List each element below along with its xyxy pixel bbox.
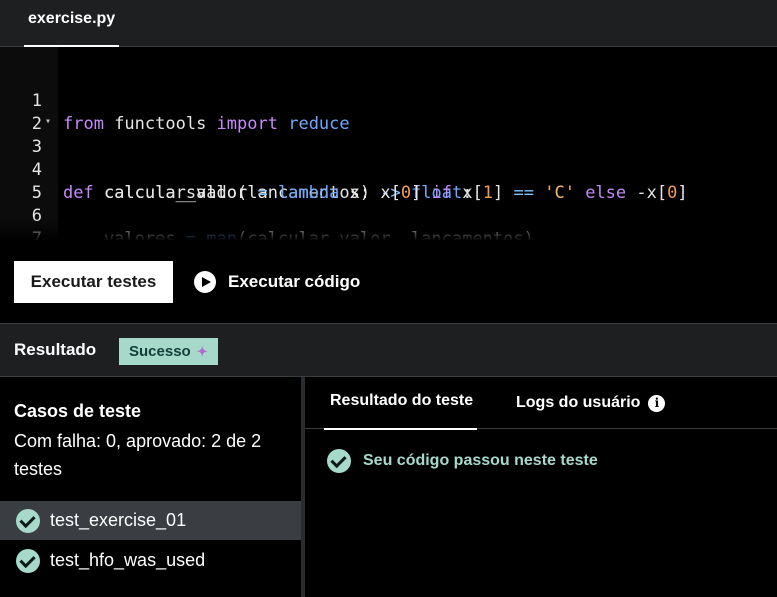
tab-test-result[interactable]: Resultado do teste [323, 377, 478, 430]
test-case-label: test_exercise_01 [50, 510, 187, 530]
pass-message: Seu código passou neste teste [363, 452, 598, 469]
code-line: 3 ▾ def calcula_saldo(lancamentos) -> fl… [0, 110, 777, 203]
test-case-item[interactable]: test_exercise_01 [0, 501, 301, 540]
status-badge-label: Sucesso [129, 343, 191, 360]
tab-user-logs-label: Logs do usuário [516, 394, 641, 411]
results-header: Resultado Sucesso ✦ [0, 323, 777, 377]
status-badge: Sucesso ✦ [119, 338, 218, 365]
code-line: 6 valores = map(calcular_valor, lancamen… [0, 182, 777, 240]
play-icon [194, 271, 216, 293]
code-line: 5 [0, 159, 777, 203]
test-case-item[interactable]: test_hfo_was_used [0, 541, 301, 580]
check-circle-icon [16, 548, 40, 573]
confetti-icon: ✦ [196, 344, 208, 359]
detail-tabs: Resultado do teste Logs do usuário i [305, 377, 777, 430]
code-line: 1 from functools import reduce [0, 67, 777, 134]
info-icon[interactable]: i [648, 394, 666, 412]
run-code-button[interactable]: Executar código [194, 261, 360, 303]
code-editor[interactable]: 1 from functools import reduce 2 3 ▾ def… [0, 47, 777, 240]
test-cases-title: Casos de teste [14, 401, 142, 421]
test-cases-summary: Com falha: 0, aprovado: 2 de 2 testes [14, 431, 262, 479]
test-case-label: test_hfo_was_used [50, 550, 206, 570]
check-circle-icon [16, 508, 40, 533]
editor-tab-bar: exercise.py [0, 0, 777, 47]
test-cases-panel: Casos de teste Com falha: 0, aprovado: 2… [0, 377, 301, 597]
tab-user-logs[interactable]: Logs do usuário i [516, 377, 666, 429]
check-circle-icon [327, 449, 351, 473]
run-tests-button[interactable]: Executar testes [14, 261, 173, 303]
run-code-label: Executar código [228, 272, 361, 291]
results-title: Resultado [14, 340, 97, 359]
test-detail-panel: Resultado do teste Logs do usuário i Seu… [305, 377, 777, 597]
code-line: 2 [0, 90, 777, 134]
fold-chevron-icon[interactable]: ▾ [45, 110, 51, 133]
pass-message-row: Seu código passou neste teste [327, 449, 598, 473]
run-toolbar: Executar testes Executar código [0, 240, 777, 323]
tab-exercise-file[interactable]: exercise.py [24, 0, 120, 47]
editor-fade-overlay [0, 218, 777, 240]
code-line: 4 calcular_valor = lambda x: x[0] if x[1… [0, 136, 777, 203]
